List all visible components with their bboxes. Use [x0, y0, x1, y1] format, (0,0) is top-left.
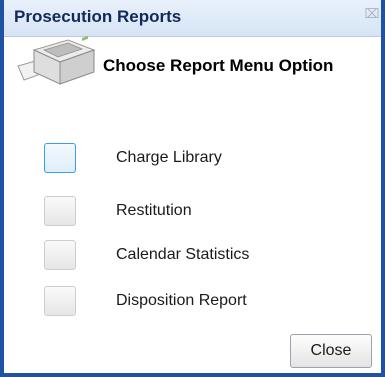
option-label: Calendar Statistics [116, 246, 250, 263]
window-title: Prosecution Reports [14, 7, 182, 26]
dialog-heading: Choose Report Menu Option [103, 56, 334, 75]
option-checkbox[interactable] [44, 240, 76, 270]
close-window-icon[interactable]: ⌧ [364, 7, 380, 23]
title-bar[interactable]: Prosecution Reports ⌧ [4, 0, 381, 37]
option-restitution[interactable]: Restitution [44, 196, 374, 230]
option-checkbox[interactable] [44, 143, 76, 173]
printer-icon [17, 36, 96, 85]
option-label: Disposition Report [116, 292, 247, 309]
option-label: Charge Library [116, 149, 222, 166]
option-label: Restitution [116, 202, 192, 219]
option-checkbox[interactable] [44, 286, 76, 316]
option-calendar-statistics[interactable]: Calendar Statistics [44, 240, 374, 274]
option-checkbox[interactable] [44, 196, 76, 226]
close-button[interactable]: Close [290, 334, 372, 368]
option-disposition-report[interactable]: Disposition Report [44, 286, 374, 320]
option-charge-library[interactable]: Charge Library [44, 143, 374, 177]
